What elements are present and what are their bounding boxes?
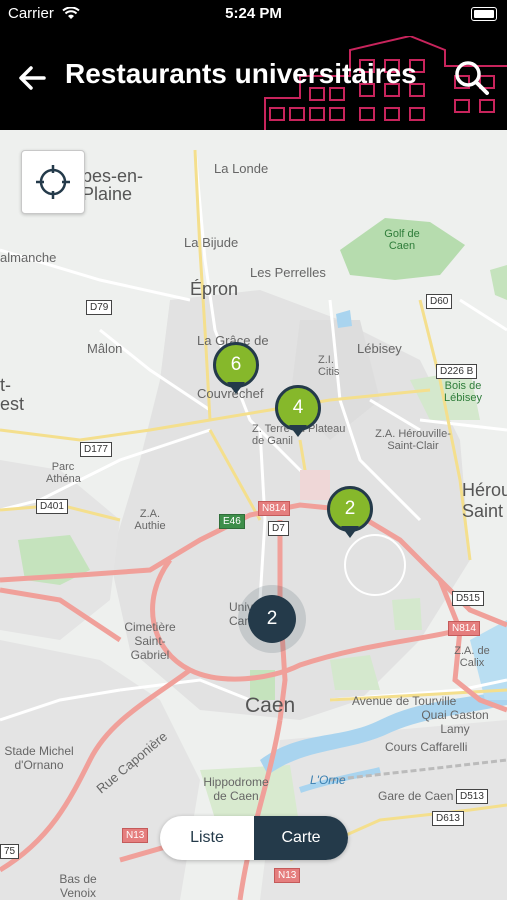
place-label: almanche <box>0 250 57 265</box>
locate-me-button[interactable] <box>21 150 85 214</box>
place-label: Quai Gaston Lamy <box>421 708 489 736</box>
restaurant-marker[interactable]: 2 <box>327 486 373 540</box>
road-sign: D401 <box>36 499 68 514</box>
place-label: L'Orne <box>310 773 346 787</box>
place-label: Z.A. Authie <box>134 508 166 532</box>
place-label: Les Perrelles <box>250 265 326 280</box>
road-sign: D515 <box>452 591 484 606</box>
place-label: Cours Caffarelli <box>385 740 468 754</box>
road-sign: D7 <box>268 521 289 536</box>
road-sign: D79 <box>86 300 113 315</box>
road-sign: D226 B <box>436 364 478 379</box>
app-header: Restaurants universitaires <box>0 28 507 130</box>
road-sign: E46 <box>219 514 245 529</box>
road-sign: D177 <box>80 442 112 457</box>
carte-tab[interactable]: Carte <box>254 816 348 860</box>
road-sign: D60 <box>426 294 453 309</box>
place-label: Bas de Venoix <box>59 872 97 900</box>
place-label: La Londe <box>214 161 269 176</box>
place-label: Avenue de Tourville <box>352 694 457 708</box>
restaurant-marker[interactable]: 4 <box>275 385 321 439</box>
marker-tail <box>289 425 307 437</box>
battery-icon <box>471 7 497 21</box>
place-label: Caen <box>245 694 296 717</box>
road-sign: 75 <box>0 844 20 859</box>
place-label: Gare de Caen <box>378 789 454 803</box>
page-title: Restaurants universitaires <box>65 58 417 89</box>
place-label: Golf de Caen <box>384 228 420 252</box>
map-view[interactable]: bes-en- Plaine La Londe La Bijude almanc… <box>0 130 507 900</box>
marker-tail <box>341 526 359 538</box>
arrow-left-icon[interactable] <box>14 60 50 96</box>
place-label: Épron <box>190 279 239 299</box>
crosshair-icon <box>36 165 70 199</box>
place-label: Mâlon <box>87 341 123 356</box>
clock: 5:24 PM <box>225 5 282 22</box>
status-bar: Carrier 5:24 PM <box>0 0 507 28</box>
road-sign: N814 <box>448 621 480 636</box>
place-label: Bois de Lébisey <box>444 380 482 404</box>
place-label: Z.A. de Calix <box>454 645 490 669</box>
place-label: Parc Athéna <box>46 461 81 485</box>
road-sign: D613 <box>432 811 464 826</box>
view-toggle: Liste Carte <box>160 816 348 860</box>
road-sign: D513 <box>456 789 488 804</box>
marker-tail <box>227 382 245 394</box>
road-sign: N13 <box>274 868 301 883</box>
place-label: La Bijude <box>184 235 239 250</box>
place-label: Hippodrome de Caen <box>203 775 269 803</box>
place-label: Plaine <box>82 184 133 204</box>
place-label: t- <box>0 375 11 395</box>
road-sign: N814 <box>258 501 290 516</box>
cluster-marker[interactable]: 2 <box>248 595 296 643</box>
place-label: Stade Michel d'Ornano <box>4 744 74 772</box>
place-label: Z.I. Citis <box>318 354 340 378</box>
place-label: Hérou Saint <box>462 480 507 521</box>
search-icon[interactable] <box>452 58 492 98</box>
place-label: Z.A. Hérouville-Saint-Clair <box>375 428 451 452</box>
restaurant-marker[interactable]: 6 <box>213 342 259 396</box>
road-sign: N13 <box>122 828 149 843</box>
place-label: Lébisey <box>357 341 402 356</box>
place-label: Cimetière Saint-Gabriel <box>124 620 176 662</box>
place-label: est <box>0 394 25 414</box>
liste-tab[interactable]: Liste <box>160 816 254 860</box>
